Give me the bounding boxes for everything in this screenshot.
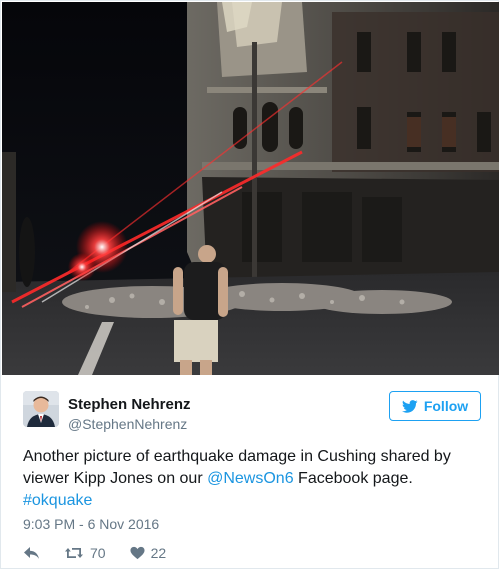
tweet-photo[interactable]: [2, 2, 499, 375]
hashtag-link[interactable]: #okquake: [23, 492, 92, 509]
tweet-actions: 70 22: [23, 543, 190, 563]
like-button[interactable]: 22: [130, 545, 167, 561]
author-name[interactable]: Stephen Nehrenz: [68, 396, 191, 413]
retweet-count: 70: [90, 545, 106, 561]
author-row: Stephen Nehrenz @StephenNehrenz Follow: [23, 391, 483, 432]
follow-label: Follow: [423, 398, 469, 414]
author-handle[interactable]: @StephenNehrenz: [68, 416, 187, 432]
heart-icon: [130, 546, 145, 560]
tweet-text-part: Facebook page.: [293, 470, 413, 487]
tweet-text: Another picture of earthquake damage in …: [23, 446, 483, 512]
tweet-card: Stephen Nehrenz @StephenNehrenz Follow A…: [0, 0, 499, 569]
earthquake-damage-photo: [2, 2, 499, 375]
retweet-icon: [65, 548, 83, 558]
like-count: 22: [150, 545, 167, 561]
reply-button[interactable]: [23, 546, 40, 560]
retweet-button[interactable]: 70: [64, 545, 106, 561]
twitter-bird-icon: [401, 399, 418, 413]
tweet-timestamp[interactable]: 9:03 PM - 6 Nov 2016: [23, 516, 159, 532]
author-avatar-icon: [23, 391, 59, 427]
avatar[interactable]: [23, 391, 59, 427]
mention-link[interactable]: @NewsOn6: [207, 470, 294, 487]
follow-button[interactable]: Follow: [389, 391, 481, 421]
reply-icon: [24, 547, 39, 559]
